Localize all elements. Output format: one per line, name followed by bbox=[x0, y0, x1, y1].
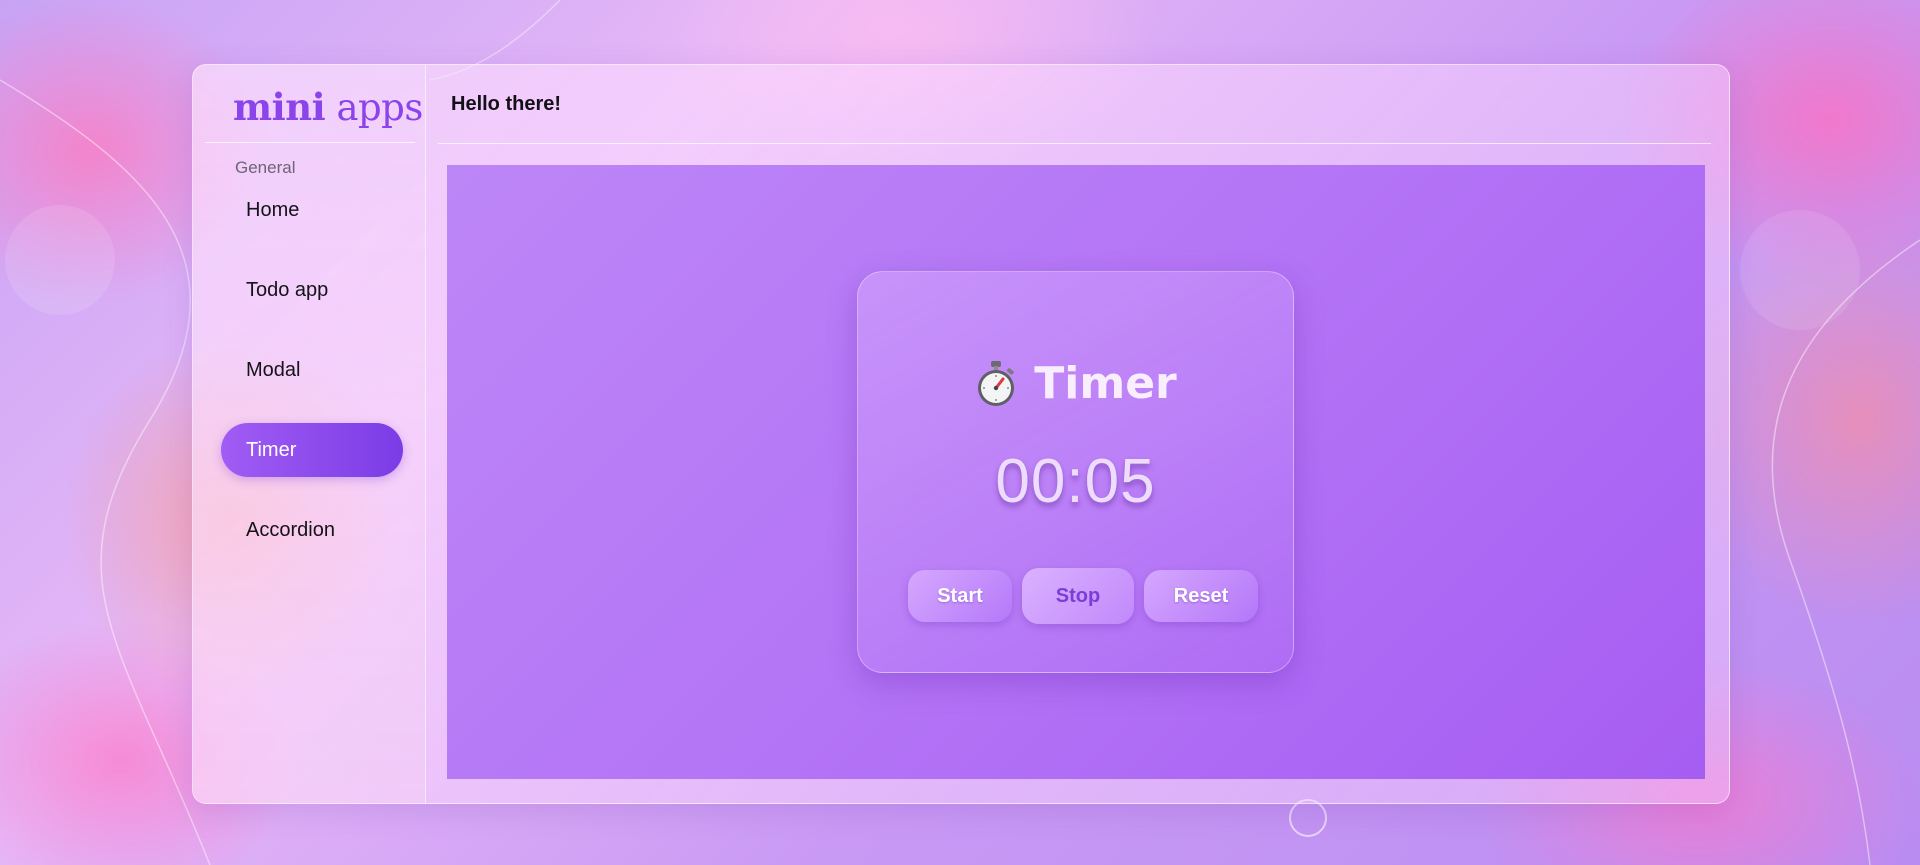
time-display: 00:05 bbox=[995, 447, 1156, 516]
sidebar-item-label: Todo app bbox=[246, 278, 329, 301]
stop-button[interactable]: Stop bbox=[1022, 568, 1134, 624]
app-logo[interactable]: mini apps bbox=[233, 85, 423, 129]
timer-title: Timer bbox=[1034, 358, 1177, 409]
sidebar-item-label: Timer bbox=[246, 438, 297, 461]
sidebar-section-label: General bbox=[235, 158, 296, 177]
sidebar-item-label: Home bbox=[246, 198, 300, 221]
sidebar-item-label: Accordion bbox=[246, 518, 335, 541]
sidebar-item-accordion[interactable]: Accordion bbox=[221, 503, 403, 557]
timer-heading: Timer bbox=[858, 358, 1293, 409]
stopwatch-icon bbox=[978, 360, 1015, 406]
main-content-panel: Timer 00:05 Start Stop Reset bbox=[447, 165, 1705, 779]
sidebar: mini apps General Home Todo app Modal Ti… bbox=[193, 65, 426, 803]
logo-text: apps bbox=[336, 86, 423, 129]
sidebar-item-todo-app[interactable]: Todo app bbox=[221, 263, 403, 317]
sidebar-item-timer[interactable]: Timer bbox=[221, 423, 403, 477]
logo-bold-text: mini bbox=[233, 85, 326, 129]
sidebar-divider bbox=[205, 142, 415, 143]
greeting-text: Hello there! bbox=[451, 93, 562, 115]
header-divider bbox=[438, 143, 1711, 144]
app-window: mini apps General Home Todo app Modal Ti… bbox=[192, 64, 1730, 804]
sidebar-item-modal[interactable]: Modal bbox=[221, 343, 403, 397]
sidebar-item-home[interactable]: Home bbox=[221, 183, 403, 237]
top-bar: Hello there! bbox=[425, 65, 1729, 143]
timer-card: Timer 00:05 Start Stop Reset bbox=[857, 271, 1294, 673]
start-button[interactable]: Start bbox=[908, 570, 1012, 622]
reset-button[interactable]: Reset bbox=[1144, 570, 1258, 622]
sidebar-item-label: Modal bbox=[246, 358, 301, 381]
